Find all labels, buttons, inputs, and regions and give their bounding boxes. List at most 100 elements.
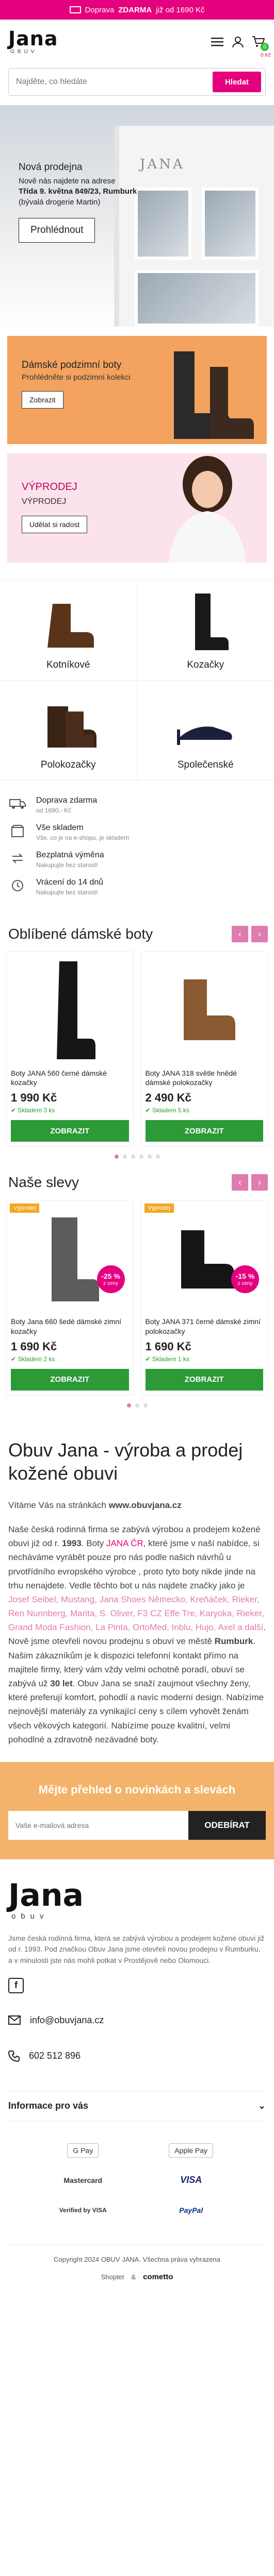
show-product-button[interactable]: ZOBRAZIT: [145, 1368, 263, 1391]
about-city: Rumburk: [214, 1636, 253, 1647]
search-input[interactable]: [16, 77, 213, 87]
chevron-down-icon: ⌄: [257, 2100, 266, 2111]
carousel-dot[interactable]: [135, 1403, 139, 1408]
brands-list[interactable]: Josef Seibel, Mustang, Jana Shoes Německ…: [8, 1595, 264, 1632]
category-ankle[interactable]: Kotníkové: [0, 581, 137, 681]
user-icon[interactable]: [231, 35, 245, 49]
sale-section: Naše slevy ‹ › Výprodej -25 % z ceny Boty…: [0, 1174, 274, 1408]
product-name[interactable]: Boty JANA 371 černé dámské zimní polokoz…: [146, 1317, 264, 1335]
carousel-dot[interactable]: [139, 1155, 143, 1159]
newsletter-form: ODEBÍRAT: [8, 1810, 266, 1840]
hero-button[interactable]: Prohlédnout: [19, 217, 95, 243]
payment-label: Verified by VISA: [59, 2206, 107, 2214]
discount-sub: z ceny: [237, 1280, 253, 1286]
cart-total: 0 Kč: [260, 53, 271, 58]
product-card[interactable]: Výprodej -15 % z ceny Boty JANA 371 černé…: [140, 1200, 268, 1395]
payment-logos: G Pay Apple Pay Mastercard VISA Verified…: [8, 2121, 266, 2224]
cometto-link[interactable]: cometto: [143, 2273, 173, 2281]
phone-text[interactable]: 602 512 896: [29, 2050, 80, 2061]
cart-icon[interactable]: 0 0 Kč: [251, 35, 271, 58]
product-price: 2 490 Kč: [145, 1091, 191, 1105]
chevron-right-icon[interactable]: ›: [251, 1174, 268, 1191]
category-boots[interactable]: Kozačky: [137, 581, 274, 681]
chevron-right-icon[interactable]: ›: [251, 926, 268, 942]
carousel-dot[interactable]: [143, 1403, 148, 1408]
ampersand-text: &: [131, 2273, 136, 2281]
promo-boots-button[interactable]: Zobrazit: [22, 391, 63, 409]
subscribe-button[interactable]: ODEBÍRAT: [188, 1810, 266, 1840]
product-name[interactable]: Boty JANA 318 světle hnědé dámské poloko…: [146, 1069, 264, 1087]
carousel-arrows: ‹ ›: [232, 1174, 268, 1191]
feature-item: Vrácení do 14 dnů Nakupujte bez starostí: [8, 878, 266, 896]
show-product-button[interactable]: ZOBRAZIT: [11, 1120, 129, 1142]
promo-boots-subtitle: Prohlédněte si podzimní kolekci: [22, 373, 131, 382]
product-list: Výprodej -25 % z ceny Boty Jana 660 šedé …: [6, 1200, 268, 1395]
half-boot-image: [35, 693, 102, 750]
about-text: . Obuv Jana se snaží zaujmout všechny že…: [8, 1679, 264, 1744]
shipping-banner: Doprava ZDARMA již od 1690 Kč: [0, 0, 274, 20]
brand-link[interactable]: JANA ČR: [106, 1538, 143, 1548]
discount-badge: -15 % z ceny: [231, 1265, 259, 1294]
about-section: Obuv Jana - výroba a prodej kožené obuvi…: [0, 1438, 274, 1747]
tall-boot-image: [172, 594, 239, 650]
carousel-dot[interactable]: [155, 1155, 160, 1159]
feature-title: Vše skladem: [36, 823, 84, 832]
info-accordion[interactable]: Informace pro vás ⌄: [8, 2090, 266, 2121]
exchange-icon: [8, 851, 27, 866]
product-name[interactable]: Boty JANA 560 černé dámské kozačky: [11, 1069, 129, 1087]
email-contact[interactable]: info@obuvjana.cz: [8, 2015, 266, 2026]
product-card[interactable]: Boty JANA 318 světle hnědé dámské poloko…: [140, 952, 268, 1147]
truck-icon: [8, 796, 27, 811]
show-product-button[interactable]: ZOBRAZIT: [145, 1120, 263, 1142]
product-list: Boty JANA 560 černé dámské kozačky 1 990…: [6, 952, 268, 1147]
facebook-icon[interactable]: f: [8, 1977, 24, 1993]
logo[interactable]: Jana OBUV: [8, 29, 58, 55]
product-name[interactable]: Boty Jana 660 šedé dámské zimní kozačky: [11, 1317, 129, 1335]
promo-boots-banner[interactable]: Dámské podzimní boty Prohlédněte si podz…: [7, 336, 267, 444]
features-list: Doprava zdarma od 1690,- Kč Vše skladem Vš…: [0, 781, 274, 910]
category-half-boots[interactable]: Polokozačky: [0, 681, 137, 781]
carousel-dot[interactable]: [147, 1155, 152, 1159]
box-icon: [8, 823, 27, 839]
product-stock: Skladem 2 ks: [11, 1355, 129, 1363]
phone-contact[interactable]: 602 512 896: [8, 2050, 266, 2062]
newsletter-email-input[interactable]: [8, 1810, 188, 1840]
email-text[interactable]: info@obuvjana.cz: [30, 2015, 104, 2026]
hero-banner[interactable]: JANA Nová prodejna Nově nás najdete na a…: [0, 105, 274, 327]
feature-sub: Nakupujte bez starostí: [36, 889, 98, 896]
promo-boots-text: Dámské podzimní boty Prohlédněte si podz…: [22, 360, 176, 409]
hero-title: Nová prodejna: [19, 162, 83, 173]
carousel-dot[interactable]: [131, 1155, 135, 1159]
section-header: Naše slevy ‹ ›: [6, 1174, 268, 1191]
carousel-dot[interactable]: [126, 1403, 131, 1408]
discount-value: -25 %: [101, 1272, 120, 1281]
menu-icon[interactable]: [210, 35, 224, 49]
product-price: 1 990 Kč: [11, 1091, 57, 1105]
chevron-left-icon[interactable]: ‹: [232, 1174, 248, 1191]
product-stock: Skladem 1 ks: [146, 1355, 264, 1363]
newsletter-title: Mějte přehled o novinkách a slevách: [38, 1783, 236, 1796]
carousel-dots: [6, 1403, 268, 1408]
search-button[interactable]: Hledat: [213, 72, 261, 92]
product-image: [11, 956, 129, 1064]
shoptet-link[interactable]: Shoptet: [101, 2273, 124, 2281]
promo-sale-banner[interactable]: VÝPRODEJ VÝPRODEJ Udělat si radost: [7, 453, 267, 563]
footer-logo[interactable]: Jana obuv: [8, 1880, 266, 1921]
show-product-button[interactable]: ZOBRAZIT: [11, 1368, 129, 1391]
feature-sub: Nakupujte bez starostí: [36, 861, 98, 869]
footer-logo-text: Jana: [8, 1877, 84, 1913]
feature-item: Doprava zdarma od 1690,- Kč: [8, 796, 266, 814]
feature-item: Bezplatná výměna Nakupujte bez starostí: [8, 851, 266, 869]
carousel-dot[interactable]: [122, 1155, 127, 1159]
chevron-left-icon[interactable]: ‹: [232, 926, 248, 942]
info-accordion-title: Informace pro vás: [8, 2100, 89, 2111]
website-link[interactable]: www.obuvjana.cz: [109, 1500, 182, 1510]
category-formal[interactable]: Společenské: [137, 681, 274, 781]
about-text: . Boty: [81, 1538, 106, 1549]
promo-sale-button[interactable]: Udělat si radost: [22, 516, 88, 533]
payment-label: PayPal: [179, 2206, 203, 2214]
product-card[interactable]: Boty JANA 560 černé dámské kozačky 1 990…: [6, 952, 134, 1147]
product-card[interactable]: Výprodej -25 % z ceny Boty Jana 660 šedé …: [6, 1200, 134, 1395]
promo-sale-subtitle: VÝPRODEJ: [22, 497, 67, 506]
carousel-dot[interactable]: [114, 1155, 119, 1159]
